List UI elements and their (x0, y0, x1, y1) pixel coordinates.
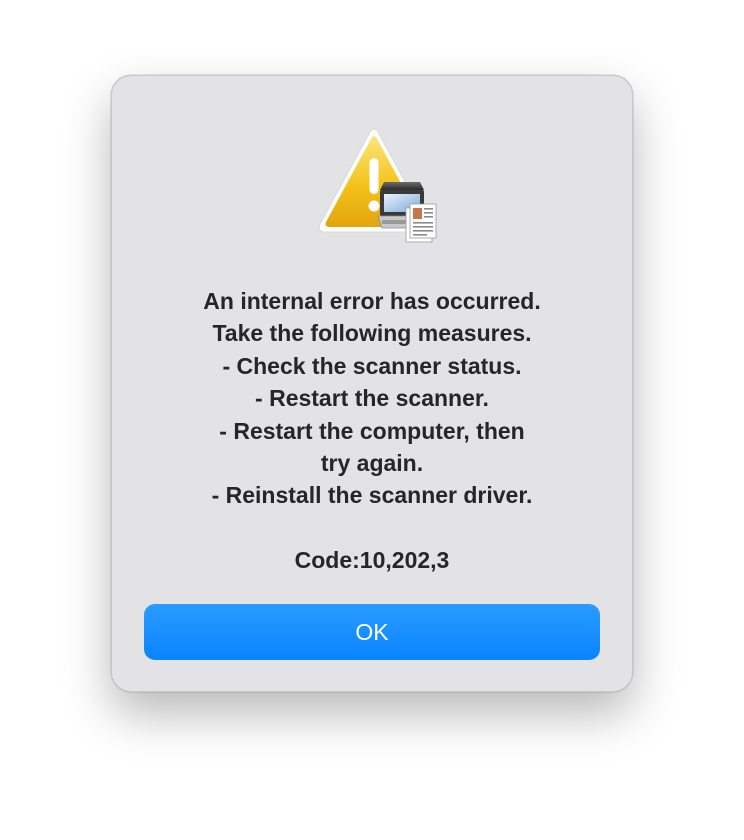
message-line: - Restart the computer, then (219, 417, 525, 444)
caution-scanner-icon (312, 124, 442, 248)
message-line: - Reinstall the scanner driver. (211, 482, 533, 509)
message-line: Take the following measures. (212, 320, 532, 347)
message-line: An internal error has occurred. (203, 288, 541, 314)
message-line: try again. (320, 450, 424, 477)
ok-button[interactable]: OK (144, 604, 600, 660)
message-line: - Check the scanner status. (222, 352, 522, 379)
error-code: Code:10,202,3 (294, 546, 450, 573)
message-spacer (152, 512, 592, 544)
alert-dialog: An internal error has occurred. Take the… (111, 75, 633, 692)
error-message: An internal error has occurred. Take the… (152, 285, 592, 576)
message-line: - Restart the scanner. (255, 385, 489, 412)
